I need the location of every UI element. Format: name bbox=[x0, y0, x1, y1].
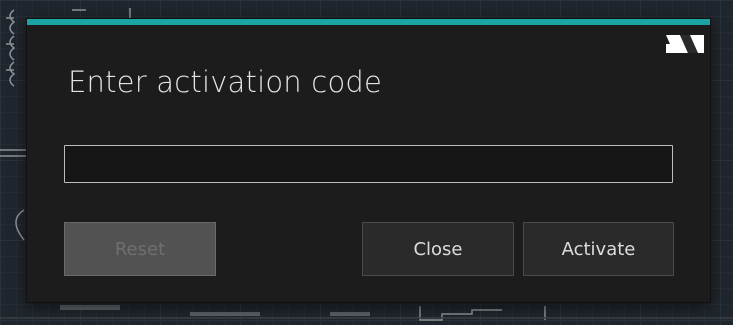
reset-button[interactable]: Reset bbox=[64, 222, 216, 276]
brand-logo-icon bbox=[666, 35, 704, 53]
close-button[interactable]: Close bbox=[362, 222, 514, 276]
activation-dialog: Enter activation code Reset Close Activa… bbox=[27, 19, 710, 302]
activate-button[interactable]: Activate bbox=[523, 222, 674, 276]
dialog-title: Enter activation code bbox=[68, 65, 383, 99]
activation-code-input[interactable] bbox=[64, 145, 673, 183]
